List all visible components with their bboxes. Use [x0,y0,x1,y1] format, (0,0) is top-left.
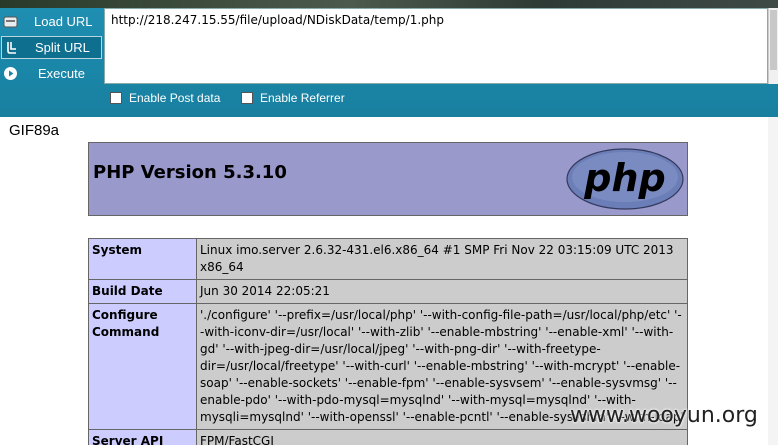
url-scrollbar[interactable] [768,8,778,84]
row-key: Configure Command [88,303,197,430]
row-key: System [88,238,197,280]
split-url-label: Split URL [35,40,90,55]
play-icon [4,66,17,80]
row-key: Server API [88,429,197,445]
table-row: Build Date Jun 30 2014 22:05:21 [88,279,688,304]
table-row: System Linux imo.server 2.6.32-431.el6.x… [88,238,688,280]
checkbox-box[interactable] [110,92,122,104]
svg-text:php: php [583,156,665,200]
table-row: Server API FPM/FastCGI [88,429,688,445]
gif-header-text: GIF89a [9,122,60,139]
row-value: FPM/FastCGI [196,429,688,445]
enable-post-data-checkbox[interactable]: Enable Post data [110,91,220,105]
watermark-text: www.wooyun.org [570,403,758,428]
split-url-icon [7,42,16,54]
checkbox-box[interactable] [241,92,253,104]
hackbar-toolbar: Load URL Split URL Execute Enable Post d… [0,0,778,117]
row-value: Jun 30 2014 22:05:21 [196,279,688,304]
url-input[interactable] [104,8,768,84]
execute-label: Execute [38,65,85,81]
enable-post-data-label: Enable Post data [129,91,221,105]
row-key: Build Date [88,279,197,304]
load-url-icon [3,16,18,27]
url-scrollbar-thumb[interactable] [770,10,777,70]
toolbar-top-strip [0,0,778,8]
row-value: Linux imo.server 2.6.32-431.el6.x86_64 #… [196,238,688,280]
php-version-title: PHP Version 5.3.10 [93,162,287,183]
split-url-button[interactable]: Split URL [1,36,102,59]
enable-referrer-checkbox[interactable]: Enable Referrer [241,91,345,105]
load-url-label: Load URL [34,13,93,29]
page-scrollbar[interactable] [768,117,778,445]
enable-referrer-label: Enable Referrer [260,91,345,105]
php-version-header: PHP Version 5.3.10 php [88,142,688,216]
execute-button[interactable]: Execute [0,62,102,84]
php-logo-icon: php [566,148,684,210]
load-url-button[interactable]: Load URL [0,10,102,32]
